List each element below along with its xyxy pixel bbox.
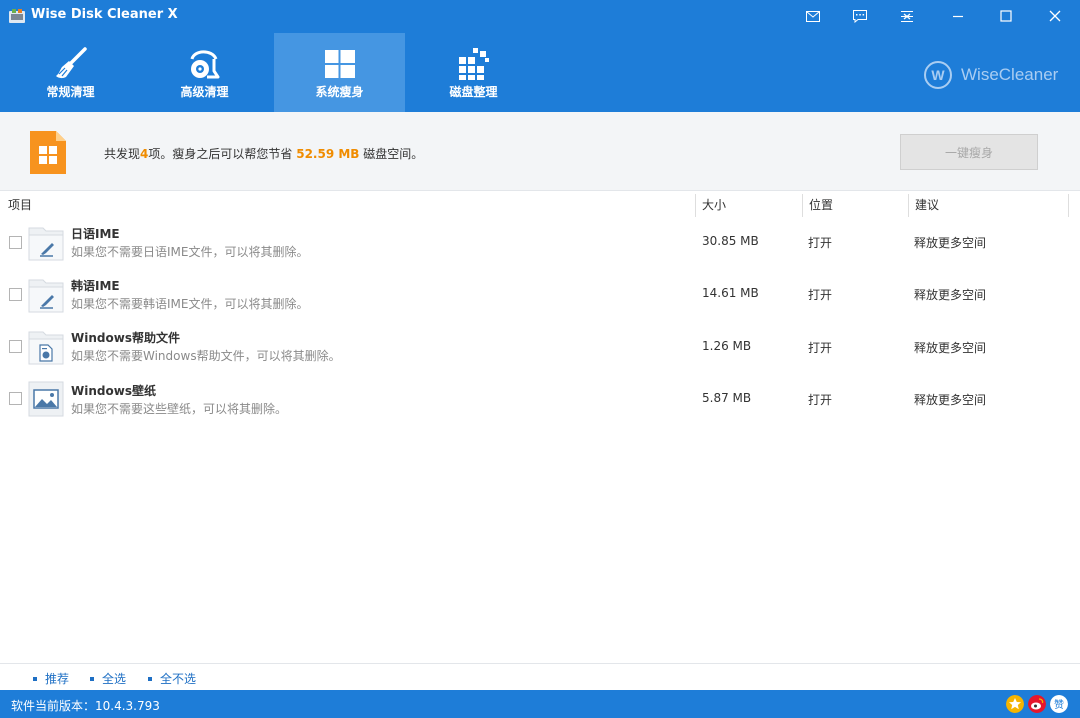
mail-button[interactable]: [790, 0, 836, 32]
app-title: Wise Disk Cleaner X: [31, 7, 178, 22]
savable-size: 52.59 MB: [296, 147, 360, 161]
status-bar: 软件当前版本：10.4.3.793 赞: [0, 690, 1080, 718]
selection-links: 推荐 全选 全不选: [0, 663, 1080, 690]
row-open-location[interactable]: 打开: [808, 286, 832, 303]
row-size: 5.87 MB: [702, 391, 752, 405]
table-row[interactable]: 日语IME 如果您不需要日语IME文件，可以将其删除。 30.85 MB 打开 …: [0, 219, 1080, 271]
tab-label: 磁盘整理: [449, 85, 498, 99]
tab-system-slim[interactable]: 系统瘦身: [274, 33, 405, 112]
app-header: Wise Disk Cleaner X 常规清理 高级清理 系统瘦身 磁盘整理 …: [0, 0, 1080, 112]
mail-icon: [806, 10, 820, 22]
row-size: 1.26 MB: [702, 339, 752, 353]
row-checkbox[interactable]: [9, 340, 22, 353]
tab-regular-clean[interactable]: 常规清理: [5, 33, 136, 112]
summary-text: 共发现4项。瘦身之后可以帮您节省 52.59 MB 磁盘空间。: [104, 147, 424, 161]
wisecleaner-logo: W WiseCleaner: [923, 60, 1058, 90]
recommended-link[interactable]: 推荐: [33, 670, 69, 687]
row-description: 如果您不需要这些壁纸，可以将其删除。: [71, 402, 288, 416]
row-name: 日语IME: [71, 227, 120, 241]
feedback-button[interactable]: [837, 0, 883, 32]
version-number: 10.4.3.793: [95, 699, 160, 713]
close-button[interactable]: [1032, 0, 1078, 32]
title-bar[interactable]: Wise Disk Cleaner X: [0, 0, 1080, 32]
row-name: Windows帮助文件: [71, 331, 180, 345]
rate-star-icon[interactable]: [1006, 695, 1024, 713]
like-icon[interactable]: 赞: [1050, 695, 1068, 713]
svg-text:赞: 赞: [1054, 698, 1064, 711]
row-advice: 释放更多空间: [914, 236, 987, 250]
brand-name: WiseCleaner: [961, 65, 1059, 84]
close-icon: [1049, 10, 1061, 22]
maximize-icon: [1000, 10, 1012, 22]
select-none-link[interactable]: 全不选: [148, 670, 196, 687]
column-header-advice[interactable]: 建议: [909, 192, 1067, 219]
weibo-icon[interactable]: [1028, 695, 1046, 713]
column-header-item[interactable]: 项目: [2, 192, 692, 219]
settings-icon: [901, 10, 913, 22]
vacuum-icon: [187, 46, 223, 82]
table-header: 项目 大小 位置 建议: [0, 192, 1080, 219]
column-header-size[interactable]: 大小: [696, 192, 801, 219]
ime-file-icon: [28, 279, 64, 313]
svg-text:W: W: [931, 67, 945, 83]
version-text: 软件当前版本：10.4.3.793: [11, 699, 160, 713]
select-all-link[interactable]: 全选: [90, 670, 126, 687]
app-logo-icon: [9, 9, 25, 23]
tab-label: 系统瘦身: [315, 85, 364, 99]
table-row[interactable]: 韩语IME 如果您不需要韩语IME文件，可以将其删除。 14.61 MB 打开 …: [0, 272, 1080, 324]
column-header-location[interactable]: 位置: [803, 192, 907, 219]
wisecleaner-logo-icon: W: [924, 61, 952, 89]
tab-advanced-clean[interactable]: 高级清理: [139, 33, 270, 112]
windows-icon: [322, 46, 358, 82]
row-advice: 释放更多空间: [914, 341, 987, 355]
row-open-location[interactable]: 打开: [808, 234, 832, 251]
column-divider[interactable]: [1068, 194, 1069, 217]
help-file-icon: [28, 331, 64, 365]
row-size: 30.85 MB: [702, 234, 759, 248]
row-name: Windows壁纸: [71, 384, 156, 398]
maximize-button[interactable]: [983, 0, 1029, 32]
row-checkbox[interactable]: [9, 392, 22, 405]
chat-icon: [853, 9, 867, 23]
minimize-icon: [953, 15, 963, 18]
broom-icon: [53, 46, 89, 82]
row-name: 韩语IME: [71, 279, 120, 293]
table-row[interactable]: Windows帮助文件 如果您不需要Windows帮助文件，可以将其删除。 1.…: [0, 324, 1080, 376]
one-click-slim-button[interactable]: 一键瘦身: [900, 134, 1038, 170]
wallpaper-icon: [28, 381, 64, 417]
tab-label: 高级清理: [180, 85, 229, 99]
windows-file-icon: [30, 131, 66, 174]
row-checkbox[interactable]: [9, 288, 22, 301]
row-description: 如果您不需要日语IME文件，可以将其删除。: [71, 245, 309, 259]
row-size: 14.61 MB: [702, 286, 759, 300]
row-open-location[interactable]: 打开: [808, 391, 832, 408]
row-advice: 释放更多空间: [914, 393, 987, 407]
row-open-location[interactable]: 打开: [808, 339, 832, 356]
table-row[interactable]: Windows壁纸 如果您不需要这些壁纸，可以将其删除。 5.87 MB 打开 …: [0, 377, 1080, 429]
row-advice: 释放更多空间: [914, 288, 987, 302]
row-description: 如果您不需要Windows帮助文件，可以将其删除。: [71, 349, 341, 363]
row-description: 如果您不需要韩语IME文件，可以将其删除。: [71, 297, 309, 311]
tab-disk-defrag[interactable]: 磁盘整理: [408, 33, 539, 112]
row-checkbox[interactable]: [9, 236, 22, 249]
settings-button[interactable]: [884, 0, 930, 32]
ime-file-icon: [28, 227, 64, 261]
tab-label: 常规清理: [46, 85, 95, 99]
minimize-button[interactable]: [935, 0, 981, 32]
defrag-icon: [456, 46, 492, 82]
